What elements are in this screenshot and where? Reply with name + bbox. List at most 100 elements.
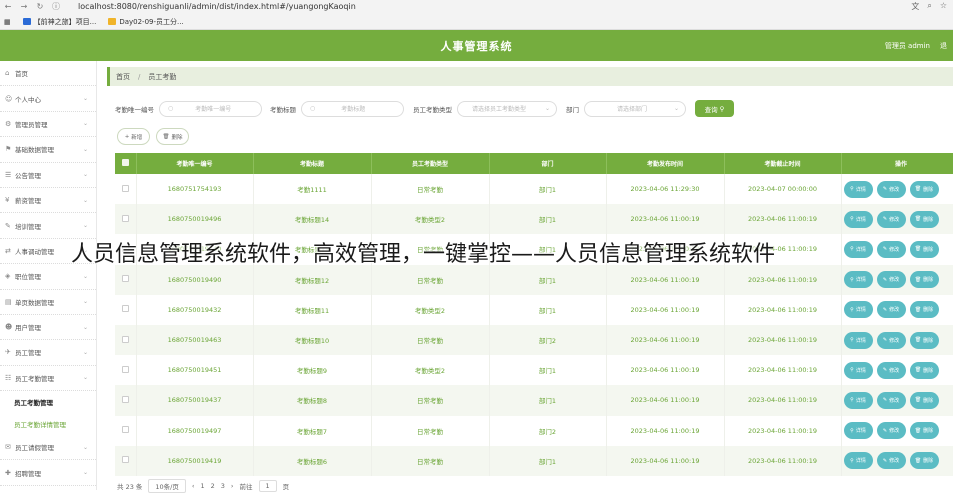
delete-row-button[interactable]: 🗑 删除: [909, 452, 939, 470]
add-button[interactable]: + 新增: [117, 128, 150, 145]
delete-row-button[interactable]: 🗑 删除: [909, 331, 939, 349]
table-row[interactable]: 1680750019451 考勤标题9 考勤类型2 部门1 2023-04-06 11:…: [115, 355, 953, 386]
edit-button[interactable]: ✎ 修改: [876, 391, 906, 409]
detail-button[interactable]: ⚲ 详情: [843, 452, 873, 470]
search-button[interactable]: 查询 ⚲: [695, 100, 734, 117]
next-page-icon[interactable]: ›: [231, 482, 234, 490]
delete-row-button[interactable]: 🗑 删除: [909, 210, 939, 228]
row-checkbox[interactable]: [115, 204, 137, 235]
search-select-type[interactable]: 请选择员工考勤类型 ⌄: [457, 100, 557, 117]
edit-button[interactable]: ✎ 修改: [876, 331, 906, 349]
table-row[interactable]: 1680750019437 考勤标题8 日常考勤 部门1 2023-04-06 11:0…: [115, 385, 953, 416]
star-icon[interactable]: ☆: [940, 1, 947, 12]
bookmark-favicon: [108, 18, 117, 25]
reload-icon[interactable]: ↻: [32, 2, 48, 11]
url-bar[interactable]: localhost:8080/renshiguanli/admin/dist/i…: [78, 2, 356, 11]
detail-button[interactable]: ⚲ 详情: [843, 331, 873, 349]
edit-button[interactable]: ✎ 修改: [876, 422, 906, 440]
detail-button[interactable]: ⚲ 详情: [843, 422, 873, 440]
edit-button[interactable]: ✎ 修改: [876, 240, 906, 258]
info-icon[interactable]: ⓘ: [48, 1, 64, 12]
table-row[interactable]: 1680750019419 考勤标题6 日常考勤 部门1 2023-04-06 11:0…: [115, 445, 953, 476]
back-icon[interactable]: ←: [0, 2, 16, 11]
table-row[interactable]: 1680750019497 考勤标题7 日常考勤 部门2 2023-04-06 11:0…: [115, 415, 953, 446]
edit-button[interactable]: ✎ 修改: [876, 271, 906, 289]
col-header[interactable]: 员工考勤类型: [371, 153, 490, 174]
sidebar-item[interactable]: ⚙ 管理员管理 ⌄: [0, 112, 96, 138]
col-header[interactable]: 部门: [489, 153, 607, 174]
page-1[interactable]: 1: [200, 482, 204, 490]
detail-button[interactable]: ⚲ 详情: [843, 361, 873, 379]
table-row[interactable]: 1680750019463 考勤标题10 日常考勤 部门2 2023-04-06 11:…: [115, 324, 953, 356]
sidebar-item-label: 薪资管理: [15, 197, 41, 206]
sidebar-item[interactable]: ✈ 员工管理 ⌄: [0, 340, 96, 366]
delete-row-button[interactable]: 🗑 删除: [909, 240, 939, 258]
translate-icon[interactable]: 文: [911, 1, 919, 12]
detail-button[interactable]: ⚲ 详情: [843, 271, 873, 289]
delete-row-button[interactable]: 🗑 删除: [909, 271, 939, 289]
sidebar-item[interactable]: ☻ 用户管理 ⌄: [0, 315, 96, 341]
row-checkbox[interactable]: [115, 415, 137, 446]
sidebar-item[interactable]: ⌂ 首页: [0, 61, 96, 87]
search-input-id[interactable]: ○ 考勤唯一编号: [159, 100, 262, 117]
col-header[interactable]: 考勤唯一编号: [136, 153, 254, 174]
user-name[interactable]: 管理员 admin: [885, 41, 930, 51]
select-all-checkbox[interactable]: [115, 153, 137, 174]
row-checkbox[interactable]: [115, 294, 137, 325]
page-size-select[interactable]: 10条/页: [148, 479, 186, 493]
forward-icon[interactable]: →: [16, 2, 32, 11]
sidebar-item[interactable]: ☺ 个人中心 ⌄: [0, 86, 96, 112]
search-input-title[interactable]: ○ 考勤标题: [301, 100, 404, 117]
row-checkbox[interactable]: [115, 324, 137, 356]
col-header[interactable]: 考勤发布时间: [606, 153, 725, 174]
prev-page-icon[interactable]: ‹: [192, 482, 195, 490]
edit-button[interactable]: ✎ 修改: [876, 361, 906, 379]
table-row[interactable]: 1680750019432 考勤标题11 考勤类型2 部门1 2023-04-06 11…: [115, 294, 953, 325]
table-row[interactable]: 1680750019490 考勤标题12 日常考勤 部门1 2023-04-06 11:…: [115, 264, 953, 295]
table-row[interactable]: 1680750019496 考勤标题14 考勤类型2 部门1 2023-04-06 11…: [115, 204, 953, 235]
delete-row-button[interactable]: 🗑 删除: [909, 422, 939, 440]
row-checkbox[interactable]: [115, 445, 137, 476]
logout-link[interactable]: 退: [940, 41, 947, 51]
col-header[interactable]: 考勤截止时间: [724, 153, 842, 174]
sidebar-item[interactable]: ✉ 员工请假管理 ⌄: [0, 435, 96, 461]
detail-button[interactable]: ⚲ 详情: [843, 301, 873, 319]
apps-icon[interactable]: ▦: [4, 18, 11, 26]
col-header[interactable]: 考勤标题: [253, 153, 372, 174]
search-select-dept[interactable]: 请选择部门 ⌄: [584, 100, 686, 117]
page-3[interactable]: 3: [221, 482, 225, 490]
sidebar-subitem[interactable]: 员工考勤管理: [0, 391, 96, 413]
sidebar-item[interactable]: ¥ 薪资管理 ⌄: [0, 188, 96, 214]
edit-button[interactable]: ✎ 修改: [876, 180, 906, 198]
delete-row-button[interactable]: 🗑 删除: [909, 361, 939, 379]
row-checkbox[interactable]: [115, 355, 137, 386]
page-2[interactable]: 2: [211, 482, 215, 490]
sidebar-item[interactable]: ✚ 招聘管理 ⌄: [0, 460, 96, 486]
delete-row-button[interactable]: 🗑 删除: [909, 180, 939, 198]
breadcrumb-home[interactable]: 首页: [116, 72, 130, 82]
delete-button[interactable]: 🗑 删除: [156, 128, 189, 145]
edit-button[interactable]: ✎ 修改: [876, 301, 906, 319]
table-row[interactable]: 1680751754193 考勤1111 日常考勤 部门1 2023-04-06 11:…: [115, 174, 953, 205]
bookmark-2[interactable]: Day02-09-员工分...: [108, 17, 184, 27]
delete-row-button[interactable]: 🗑 删除: [909, 301, 939, 319]
sidebar-item[interactable]: ⚑ 基础数据管理 ⌄: [0, 137, 96, 163]
delete-row-button[interactable]: 🗑 删除: [909, 391, 939, 409]
sidebar-item[interactable]: ☰ 公告管理 ⌄: [0, 163, 96, 188]
sidebar-item[interactable]: ☷ 员工考勤管理 ⌄: [0, 366, 96, 392]
detail-button[interactable]: ⚲ 详情: [843, 240, 873, 258]
sidebar-item[interactable]: ▤ 单页数据管理 ⌄: [0, 290, 96, 315]
detail-button[interactable]: ⚲ 详情: [843, 180, 873, 198]
sidebar-item[interactable]: ✎ 培训管理 ⌄: [0, 213, 96, 239]
goto-input[interactable]: 1: [258, 480, 277, 492]
detail-button[interactable]: ⚲ 详情: [843, 210, 873, 228]
bookmark-1[interactable]: 【前神之旅】项目...: [22, 17, 96, 27]
edit-button[interactable]: ✎ 修改: [876, 452, 906, 470]
zoom-icon[interactable]: ⌕: [927, 1, 931, 12]
detail-button[interactable]: ⚲ 详情: [843, 391, 873, 409]
sidebar-subitem[interactable]: 员工考勤详情管理: [0, 413, 96, 435]
row-checkbox[interactable]: [115, 385, 137, 416]
edit-button[interactable]: ✎ 修改: [876, 210, 906, 228]
row-checkbox[interactable]: [115, 264, 137, 295]
row-checkbox[interactable]: [115, 174, 137, 205]
